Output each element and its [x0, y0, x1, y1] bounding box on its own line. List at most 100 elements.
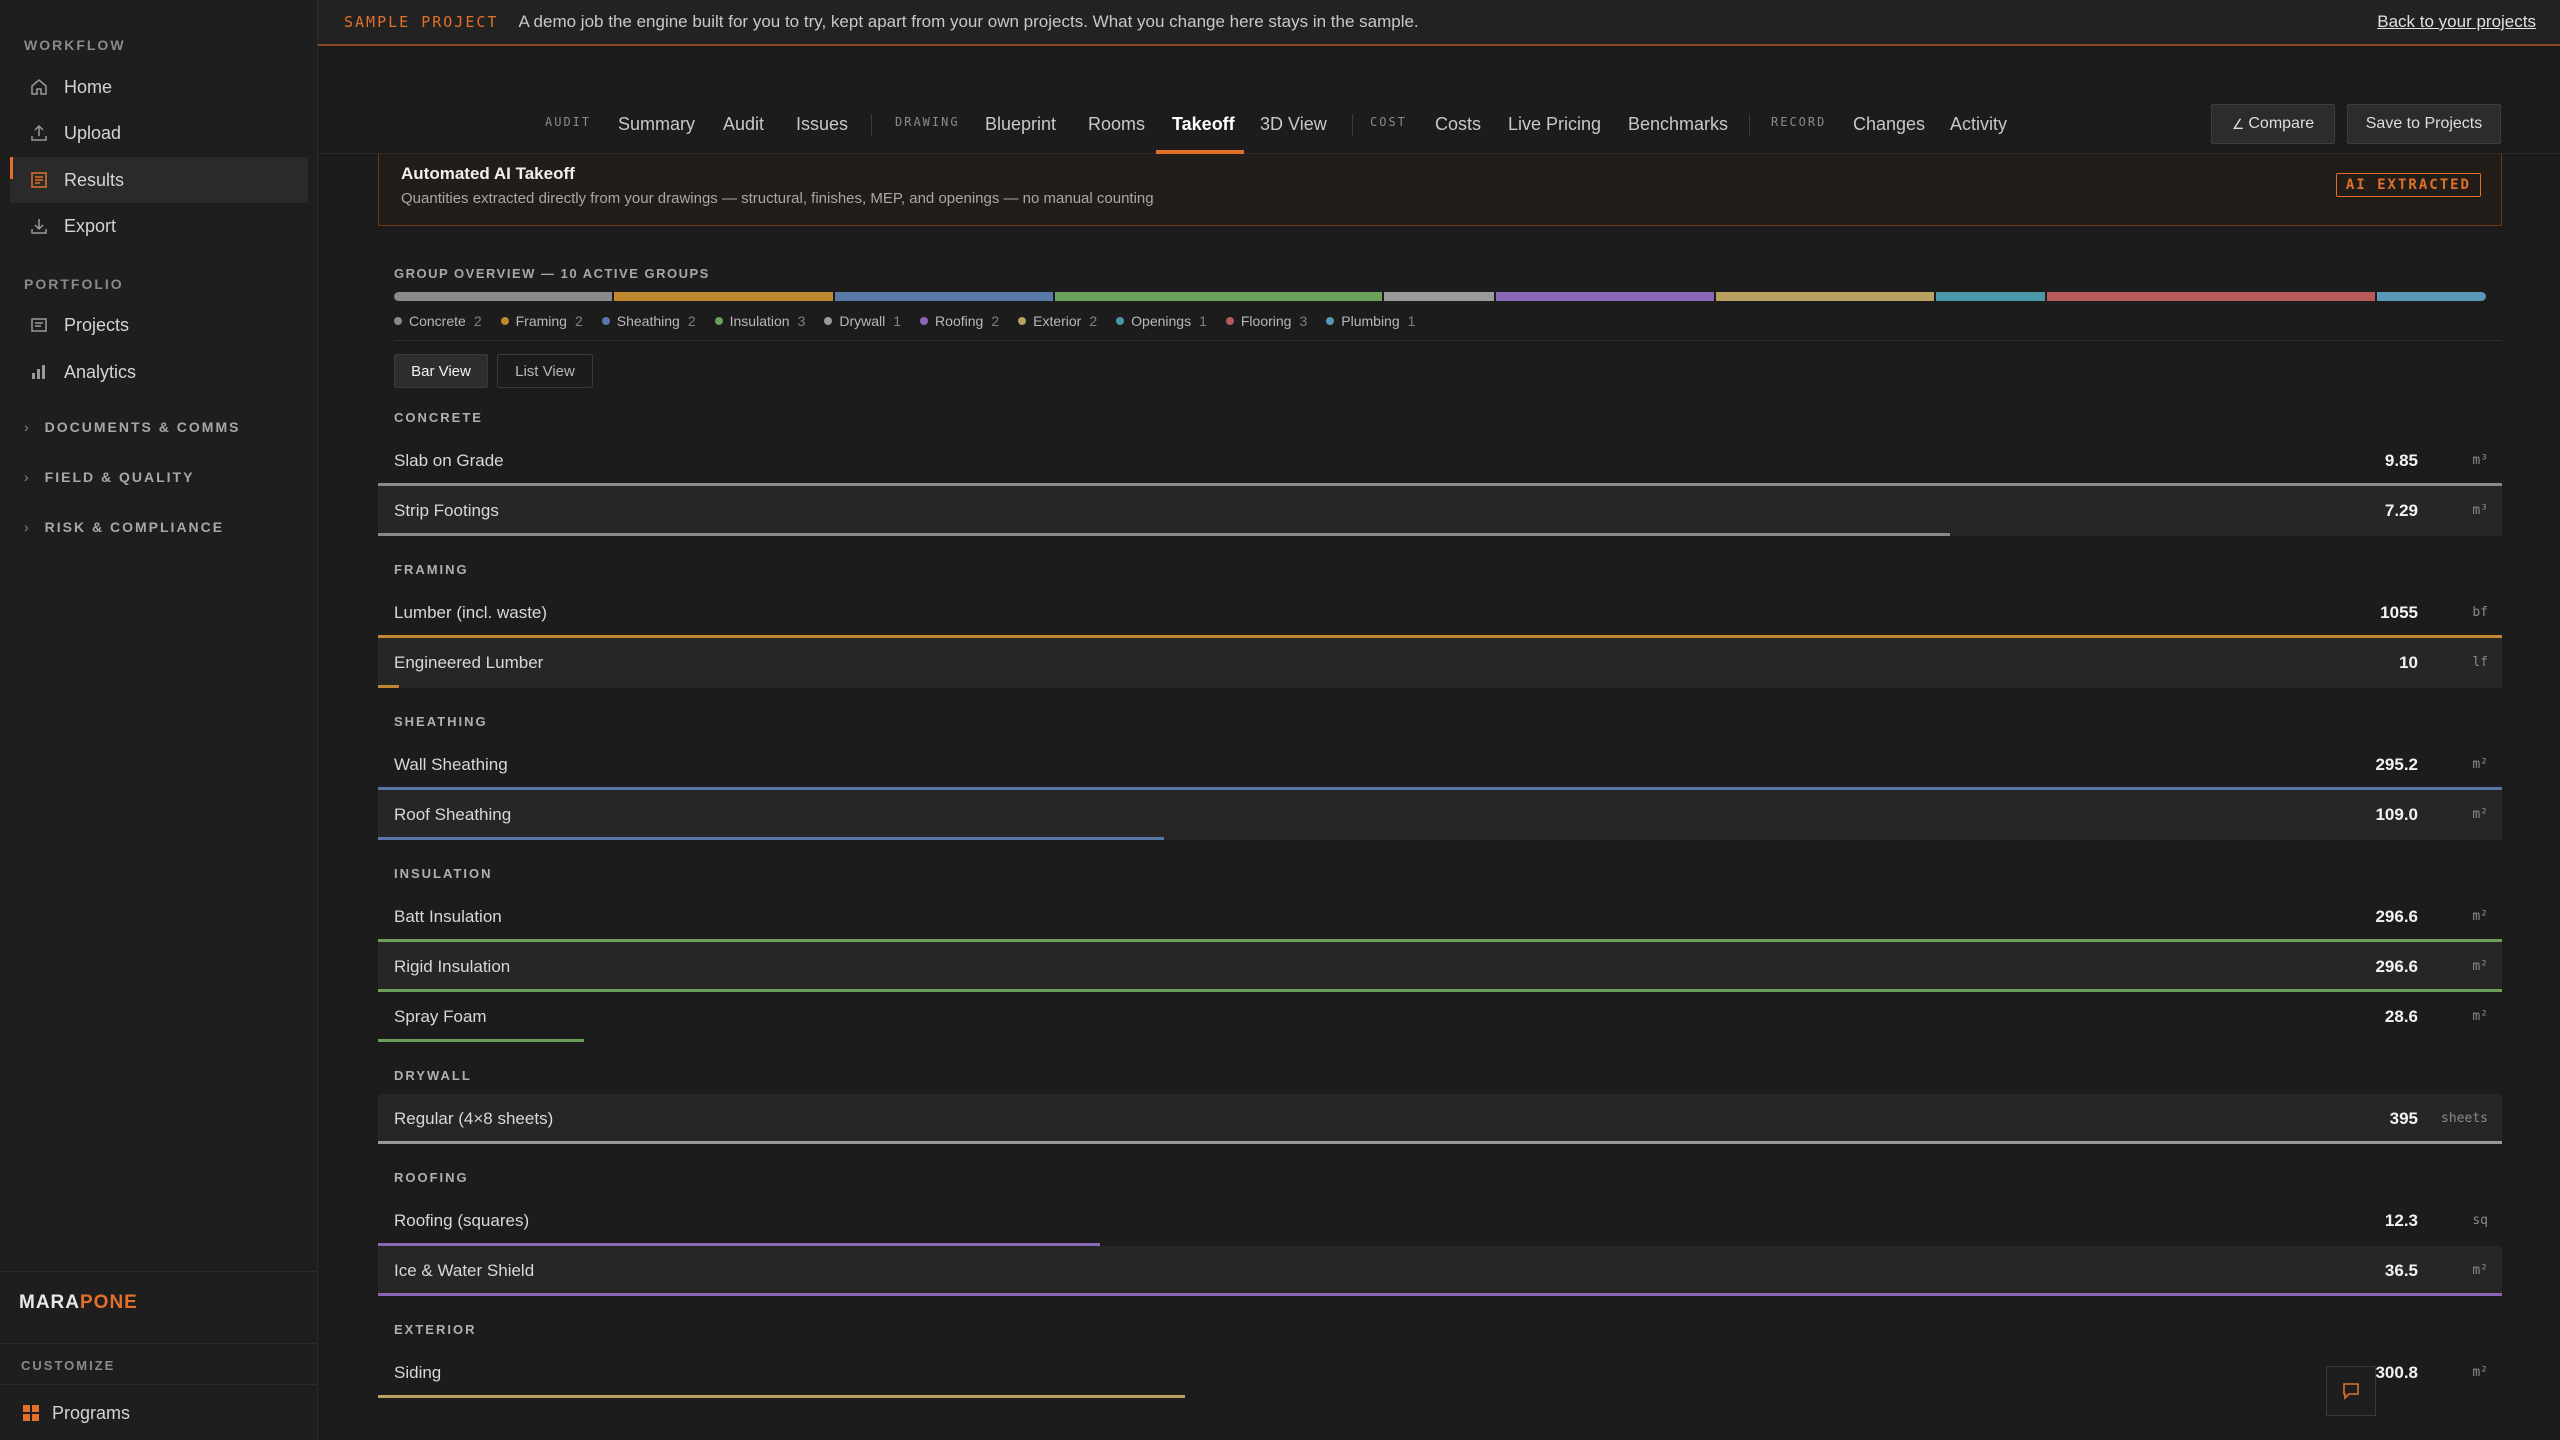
tab-changes[interactable]: Changes: [1853, 94, 1925, 154]
collapse-risk-compliance[interactable]: › RISK & COMPLIANCE: [24, 519, 224, 535]
takeoff-row[interactable]: Slab on Grade 9.85 m³: [378, 436, 2502, 486]
legend-item: Sheathing 2: [601, 313, 696, 329]
ai-takeoff-info: Automated AI Takeoff Quantities extracte…: [378, 154, 2502, 226]
overview-segment-concrete: [394, 292, 613, 301]
takeoff-row[interactable]: Batt Insulation 296.6 m²: [378, 892, 2502, 942]
overview-segment-roofing: [1495, 292, 1714, 301]
sidebar-divider: [0, 1271, 318, 1272]
sidebar-item-results[interactable]: Results: [10, 157, 308, 203]
chevron-right-icon: ›: [24, 419, 31, 435]
takeoff-row[interactable]: Spray Foam 28.6 m²: [378, 992, 2502, 1042]
sidebar-item-label: Upload: [64, 122, 122, 143]
export-icon: [28, 215, 50, 237]
compare-button[interactable]: ∠ Compare: [2211, 104, 2335, 144]
overview-segment-flooring: [2047, 292, 2375, 301]
sidebar-item-programs[interactable]: Programs: [4, 1390, 302, 1436]
takeoff-row[interactable]: Roof Sheathing 109.0 m²: [378, 790, 2502, 840]
takeoff-item-unit: m²: [2472, 807, 2488, 822]
takeoff-row[interactable]: Strip Footings 7.29 m³: [378, 486, 2502, 536]
sidebar-item-projects[interactable]: Projects: [10, 302, 308, 348]
legend-item: Concrete 2: [394, 313, 482, 329]
takeoff-item-value: 7.29: [2384, 501, 2418, 520]
collapse-documents-comms[interactable]: › DOCUMENTS & COMMS: [24, 419, 240, 435]
portfolio-section-label: PORTFOLIO: [24, 276, 124, 292]
tab-summary[interactable]: Summary: [618, 94, 695, 154]
takeoff-item-unit: m³: [2472, 453, 2488, 468]
takeoff-row[interactable]: Roofing (squares) 12.3 sq: [378, 1196, 2502, 1246]
legend-count: 3: [797, 313, 806, 329]
takeoff-row[interactable]: Engineered Lumber 10 lf: [378, 638, 2502, 688]
takeoff-row[interactable]: Rigid Insulation 296.6 m²: [378, 942, 2502, 992]
legend-dot: [601, 317, 610, 325]
takeoff-item-name: Wall Sheathing: [394, 755, 508, 774]
divider: [394, 340, 2502, 341]
legend-label: Openings: [1131, 313, 1192, 329]
takeoff-item-unit: m³: [2472, 503, 2488, 518]
tab-activity[interactable]: Activity: [1950, 94, 2007, 154]
info-subtitle: Quantities extracted directly from your …: [401, 190, 1154, 207]
group-heading: CONCRETE: [394, 410, 483, 425]
tab-live-pricing[interactable]: Live Pricing: [1508, 94, 1601, 154]
programs-grid-icon: [20, 1402, 42, 1424]
takeoff-row[interactable]: Ice & Water Shield 36.5 m²: [378, 1246, 2502, 1296]
chat-button[interactable]: [2326, 1366, 2376, 1416]
list-view-button[interactable]: List View: [497, 354, 593, 388]
takeoff-item-unit: m²: [2472, 959, 2488, 974]
bar-view-button[interactable]: Bar View: [394, 354, 488, 388]
legend-item: Flooring 3: [1225, 313, 1307, 329]
tab-costs[interactable]: Costs: [1435, 94, 1481, 154]
upload-icon: [28, 122, 50, 144]
legend-item: Roofing 2: [920, 313, 999, 329]
chat-icon: [2343, 1383, 2359, 1400]
sidebar-item-label: Export: [64, 215, 117, 236]
analytics-icon: [28, 361, 50, 383]
save-to-projects-button[interactable]: Save to Projects: [2347, 104, 2501, 144]
overview-segment-plumbing: [2376, 292, 2486, 301]
tab-blueprint[interactable]: Blueprint: [985, 94, 1056, 154]
collapse-field-quality[interactable]: › FIELD & QUALITY: [24, 469, 194, 485]
tab-3d-view[interactable]: 3D View: [1260, 94, 1327, 154]
info-title: Automated AI Takeoff: [401, 164, 575, 183]
legend-count: 1: [893, 313, 902, 329]
group-heading: ROOFING: [394, 1170, 469, 1185]
takeoff-row[interactable]: Regular (4×8 sheets) 395 sheets: [378, 1094, 2502, 1144]
legend-label: Flooring: [1240, 313, 1292, 329]
legend-dot: [714, 317, 723, 325]
tab-rooms[interactable]: Rooms: [1088, 94, 1145, 154]
takeoff-item-name: Slab on Grade: [394, 451, 504, 470]
sidebar-item-upload[interactable]: Upload: [10, 110, 308, 156]
takeoff-item-value: 109.0: [2375, 805, 2418, 824]
tab-issues[interactable]: Issues: [796, 94, 848, 154]
results-icon: [28, 169, 50, 191]
sidebar-item-export[interactable]: Export: [10, 203, 308, 249]
tab-takeoff[interactable]: Takeoff: [1172, 94, 1235, 154]
quantity-bar: [378, 837, 1164, 840]
takeoff-item-name: Batt Insulation: [394, 907, 502, 926]
brand-logo: MARAPONE: [19, 1292, 138, 1313]
takeoff-row[interactable]: Siding 300.8 m²: [378, 1348, 2502, 1398]
ai-extracted-badge: AI EXTRACTED: [2335, 173, 2481, 197]
back-to-projects-link[interactable]: Back to your projects: [2377, 12, 2536, 32]
tab-audit[interactable]: Audit: [723, 94, 764, 154]
overview-segment-sheathing: [834, 292, 1053, 301]
legend-count: 2: [473, 313, 482, 329]
legend-item: Exterior 2: [1018, 313, 1097, 329]
chevron-right-icon: ›: [24, 469, 31, 485]
legend-item: Openings 1: [1116, 313, 1207, 329]
legend-label: Insulation: [729, 313, 790, 329]
takeoff-row[interactable]: Lumber (incl. waste) 1055 bf: [378, 588, 2502, 638]
group-heading: EXTERIOR: [394, 1322, 477, 1337]
takeoff-item-unit: m²: [2472, 1009, 2488, 1024]
takeoff-item-name: Engineered Lumber: [394, 653, 544, 672]
takeoff-item-value: 10: [2399, 653, 2418, 672]
sidebar-item-label: Home: [64, 76, 113, 97]
tab-benchmarks[interactable]: Benchmarks: [1628, 94, 1728, 154]
sidebar-item-analytics[interactable]: Analytics: [10, 349, 308, 395]
takeoff-item-unit: sq: [2472, 1213, 2488, 1228]
tab-separator: [871, 114, 872, 136]
takeoff-row[interactable]: Wall Sheathing 295.2 m²: [378, 740, 2502, 790]
takeoff-item-name: Spray Foam: [394, 1007, 487, 1026]
customize-label: CUSTOMIZE: [21, 1358, 116, 1373]
sidebar-item-home[interactable]: Home: [10, 64, 308, 110]
takeoff-item-value: 1055: [2380, 603, 2418, 622]
